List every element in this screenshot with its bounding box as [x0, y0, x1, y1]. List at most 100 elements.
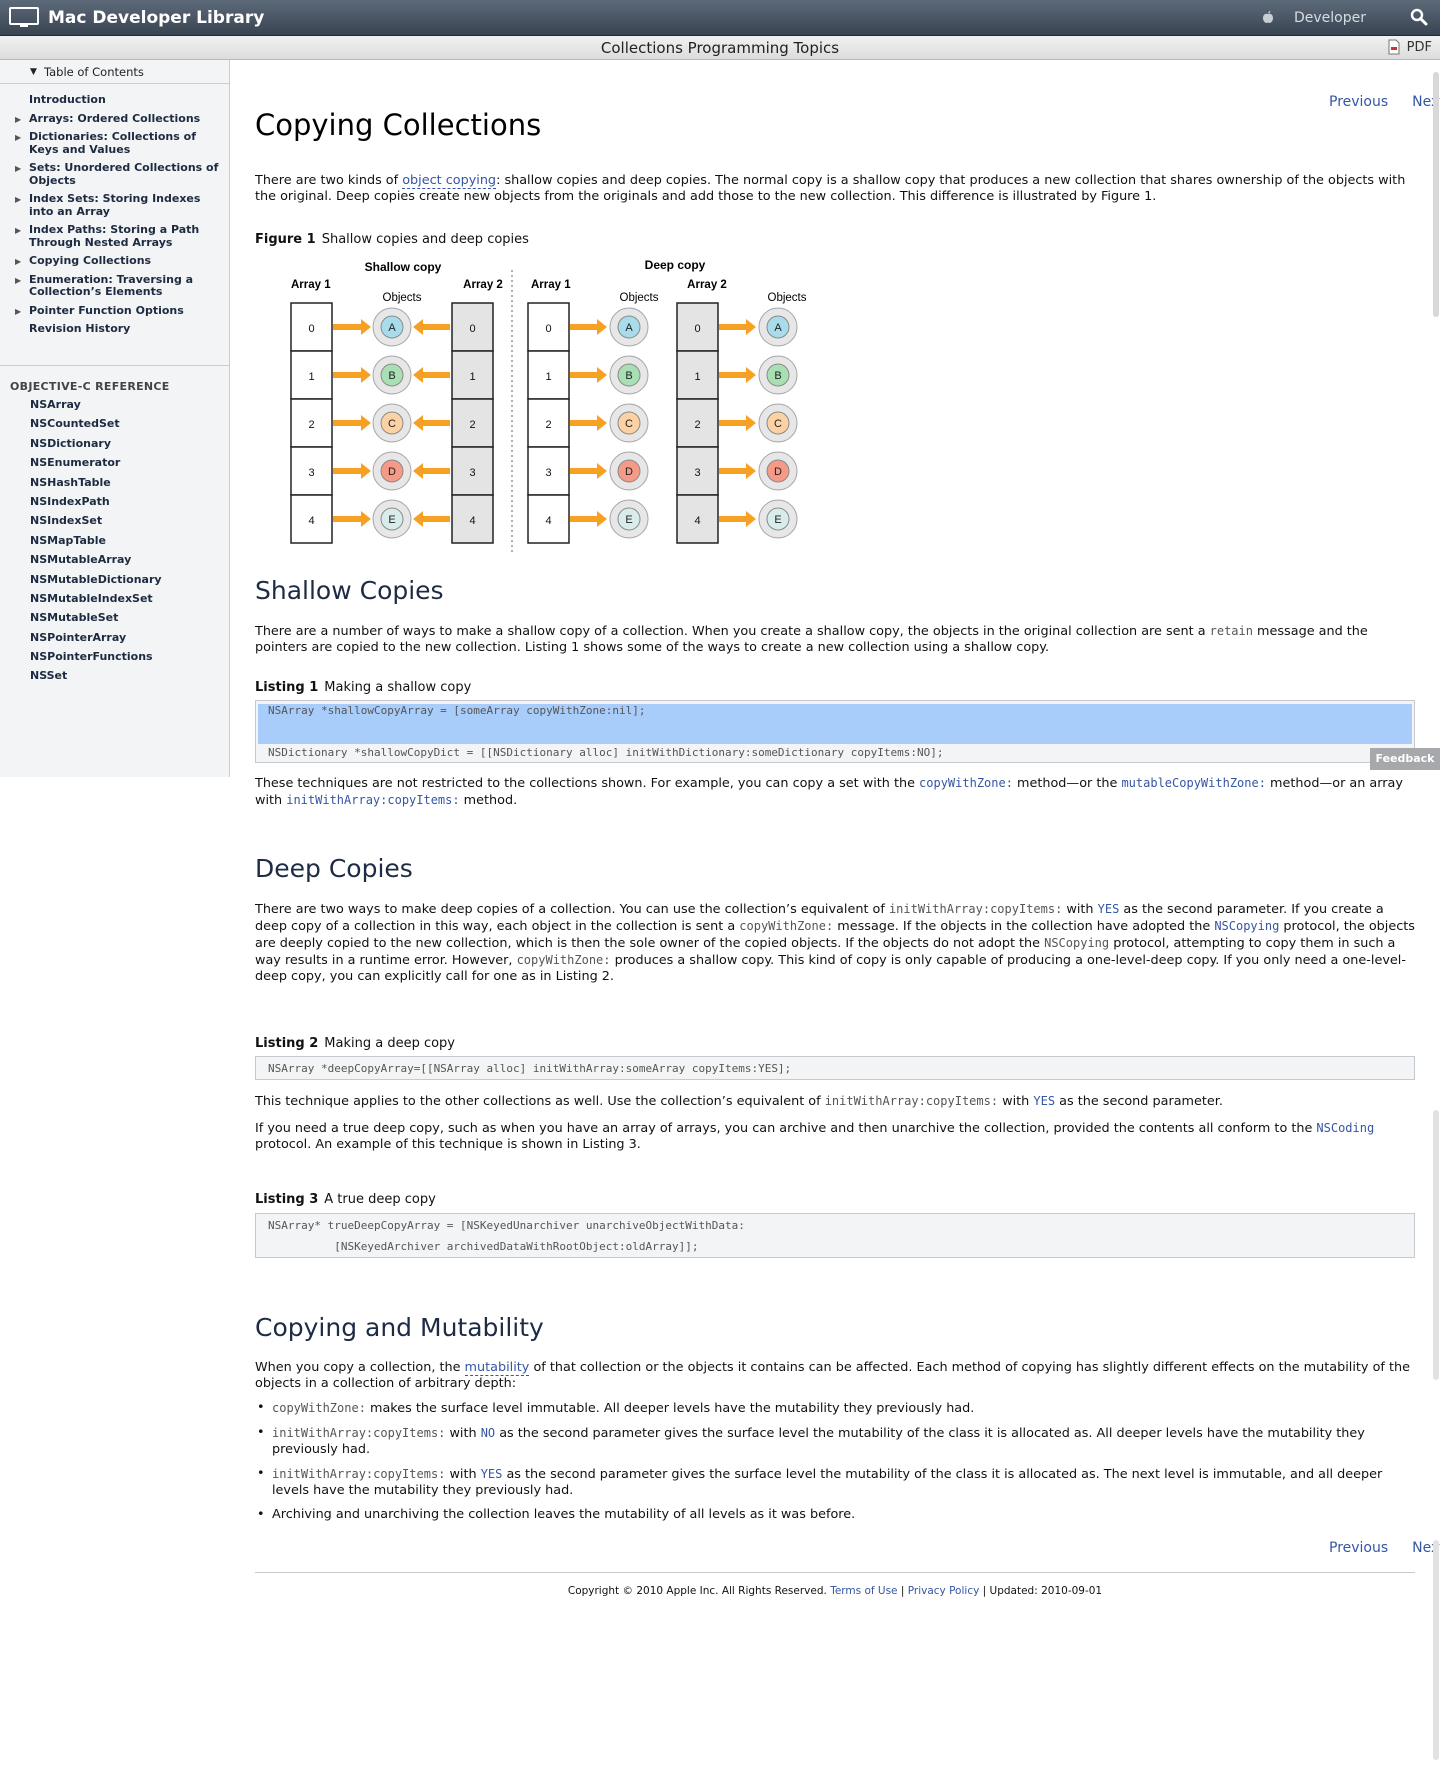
ref-nsarray[interactable]: NSArray: [30, 398, 162, 417]
listing3-code-block[interactable]: NSArray* trueDeepCopyArray = [NSKeyedUna…: [255, 1213, 1415, 1258]
expand-arrow-icon[interactable]: ▶: [15, 114, 21, 127]
ref-nsset[interactable]: NSSet: [30, 669, 162, 688]
toc-item-dictionaries[interactable]: ▶ Dictionaries: Collections of Keys and V…: [0, 130, 229, 156]
ref-nspointerarray[interactable]: NSPointerArray: [30, 631, 162, 650]
ref-nscountedset[interactable]: NSCountedSet: [30, 417, 162, 436]
pdf-link[interactable]: PDF: [1407, 40, 1432, 55]
toc-item-label: Enumeration: Traversing a Collection’s E…: [29, 272, 194, 298]
text: method—or the: [1012, 776, 1122, 791]
object-label: A: [388, 322, 396, 334]
nscopying-code: NSCopying: [1044, 936, 1110, 950]
copywithzone-link[interactable]: copyWithZone:: [919, 776, 1013, 790]
listing1-code-block[interactable]: NSArray *shallowCopyArray = [someArray c…: [255, 700, 1415, 763]
scrollbar-track-segment[interactable]: [1433, 1540, 1439, 1760]
ref-nsmutableset[interactable]: NSMutableSet: [30, 611, 162, 630]
toc-toggle[interactable]: ▼ Table of Contents: [0, 60, 229, 84]
object-label: E: [625, 514, 632, 526]
ref-nsdictionary[interactable]: NSDictionary: [30, 437, 162, 456]
expand-arrow-icon[interactable]: ▶: [15, 132, 21, 145]
toc-item-enumeration[interactable]: ▶ Enumeration: Traversing a Collection’s …: [0, 272, 229, 299]
toc-item-introduction[interactable]: Introduction: [0, 93, 229, 107]
previous-link[interactable]: Previous: [1329, 94, 1388, 110]
previous-link[interactable]: Previous: [1329, 1540, 1388, 1556]
object-label: B: [774, 370, 781, 382]
ref-nsmutablearray[interactable]: NSMutableArray: [30, 553, 162, 572]
toc-item-pointer-function[interactable]: ▶ Pointer Function Options: [0, 304, 229, 319]
copywithzone-code: copyWithZone:: [272, 1401, 366, 1415]
yes-link[interactable]: YES: [1098, 902, 1120, 916]
initwitharray-code: initWithArray:copyItems:: [824, 1094, 999, 1108]
cell-index: 3: [469, 467, 475, 479]
ref-nsmutabledictionary[interactable]: NSMutableDictionary: [30, 573, 162, 592]
ref-nsindexset[interactable]: NSIndexSet: [30, 514, 162, 533]
listing2-code-block[interactable]: NSArray *deepCopyArray=[[NSArray alloc] …: [255, 1056, 1415, 1080]
sidebar: ▼ Table of Contents Introduction ▶ Arrays…: [0, 60, 230, 777]
cell-index: 3: [545, 467, 551, 479]
library-title[interactable]: Mac Developer Library: [48, 8, 264, 28]
text: When you copy a collection, the: [255, 1360, 465, 1375]
object-label: C: [625, 418, 633, 430]
text: There are a number of ways to make a sha…: [255, 624, 1210, 639]
developer-link[interactable]: Developer: [1294, 10, 1366, 26]
deep-arrow: [719, 319, 756, 335]
privacy-policy-link[interactable]: Privacy Policy: [908, 1585, 980, 1597]
toc-item-label: Index Sets: Storing Indexes into an Arra…: [29, 192, 201, 218]
toc-item-index-paths[interactable]: ▶ Index Paths: Storing a Path Through Nes…: [0, 223, 229, 249]
object-label: E: [774, 514, 781, 526]
reference-list: NSArray NSCountedSet NSDictionary NSEnum…: [30, 398, 162, 689]
deep-arrow: [719, 511, 756, 527]
ref-nspointerfunctions[interactable]: NSPointerFunctions: [30, 650, 162, 669]
toc-item-sets[interactable]: ▶ Sets: Unordered Collections of Objects: [0, 161, 229, 187]
ref-nshashtable[interactable]: NSHashTable: [30, 476, 162, 495]
expand-arrow-icon[interactable]: ▶: [15, 306, 21, 319]
monitor-icon[interactable]: [8, 7, 40, 29]
cell-index: 3: [694, 467, 700, 479]
initwitharray-link[interactable]: initWithArray:copyItems:: [286, 793, 459, 807]
scrollbar-track-segment[interactable]: [1433, 1110, 1439, 1380]
expand-arrow-icon[interactable]: ▶: [15, 225, 21, 238]
ref-nsenumerator[interactable]: NSEnumerator: [30, 456, 162, 475]
listing-number: Listing 3: [255, 1192, 319, 1207]
expand-arrow-icon[interactable]: ▶: [15, 256, 21, 269]
ref-nsindexpath[interactable]: NSIndexPath: [30, 495, 162, 514]
list-item: initWithArray:copyItems: with YES as the…: [255, 1466, 1415, 1499]
mutability-list: copyWithZone: makes the surface level im…: [255, 1400, 1415, 1531]
copywithzone-code: copyWithZone:: [516, 953, 611, 967]
toc-item-index-sets[interactable]: ▶ Index Sets: Storing Indexes into an Arr…: [0, 192, 229, 218]
ref-nsmaptable[interactable]: NSMapTable: [30, 534, 162, 553]
search-icon[interactable]: [1410, 8, 1428, 26]
object-copying-link[interactable]: object copying: [402, 173, 497, 189]
cell-index: 0: [469, 323, 475, 335]
document-title-bar: Collections Programming Topics PDF: [0, 36, 1440, 60]
listing-number: Listing 1: [255, 680, 319, 695]
object-label: C: [774, 418, 782, 430]
deep-objects2-label: Objects: [768, 292, 807, 304]
shallow-arrow: [333, 319, 371, 335]
cell-index: 1: [545, 371, 551, 383]
no-link[interactable]: NO: [481, 1426, 495, 1440]
cell-index: 4: [308, 515, 314, 527]
cell-index: 0: [694, 323, 700, 335]
shallow-arrow: [333, 367, 371, 383]
feedback-button[interactable]: Feedback: [1370, 748, 1440, 770]
text: makes the surface level immutable. All d…: [365, 1401, 975, 1416]
yes-link[interactable]: YES: [481, 1467, 503, 1481]
yes-link[interactable]: YES: [1033, 1094, 1055, 1108]
expand-arrow-icon[interactable]: ▶: [15, 275, 21, 288]
mutablecopywithzone-link[interactable]: mutableCopyWithZone:: [1121, 776, 1266, 790]
scrollbar-thumb[interactable]: [1433, 72, 1439, 317]
expand-arrow-icon[interactable]: ▶: [15, 194, 21, 207]
nscopying-link[interactable]: NSCopying: [1214, 919, 1279, 933]
ref-nsmutableindexset[interactable]: NSMutableIndexSet: [30, 592, 162, 611]
toc-item-arrays[interactable]: ▶ Arrays: Ordered Collections: [0, 112, 229, 127]
mutability-link[interactable]: mutability: [464, 1360, 530, 1376]
toc-item-revision-history[interactable]: Revision History: [0, 322, 229, 336]
cell-index: 2: [469, 419, 475, 431]
pdf-icon[interactable]: [1388, 39, 1400, 55]
shallow-arrow: [413, 463, 450, 479]
nscoding-link[interactable]: NSCoding: [1316, 1121, 1374, 1135]
top-bar: Mac Developer Library Developer: [0, 0, 1440, 36]
toc-item-copying[interactable]: ▶ Copying Collections: [0, 254, 229, 269]
expand-arrow-icon[interactable]: ▶: [15, 163, 21, 176]
terms-of-use-link[interactable]: Terms of Use: [830, 1585, 897, 1597]
